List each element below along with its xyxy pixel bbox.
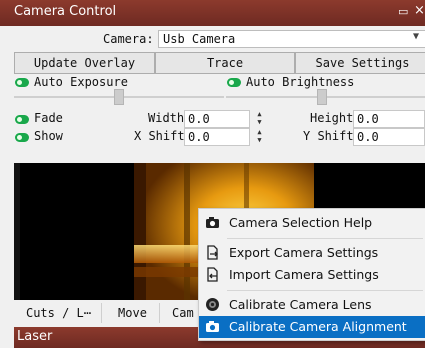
width-label: Width bbox=[148, 111, 185, 125]
width-spinner[interactable]: ▲ ▼ bbox=[254, 110, 265, 128]
update-overlay-button[interactable]: Update Overlay bbox=[14, 52, 155, 74]
lens-icon bbox=[206, 298, 219, 311]
chevron-down-icon: ▼ bbox=[412, 31, 419, 42]
tab-cuts-layers[interactable]: Cuts / L⋯ bbox=[16, 303, 102, 323]
menu-separator bbox=[227, 238, 423, 239]
menu-item-label: Camera Selection Help bbox=[229, 215, 373, 230]
brightness-slider-thumb[interactable] bbox=[317, 89, 327, 105]
camera-select-value: Usb Camera bbox=[163, 32, 236, 46]
auto-brightness-label: Auto Brightness bbox=[246, 75, 355, 89]
menu-item-calibrate-camera-alignment[interactable]: Calibrate Camera Alignment bbox=[199, 316, 425, 338]
camera-icon bbox=[206, 217, 219, 228]
menu-item-label: Calibrate Camera Lens bbox=[229, 297, 372, 312]
menu-item-label: Calibrate Camera Alignment bbox=[229, 319, 407, 334]
auto-exposure-label: Auto Exposure bbox=[34, 75, 128, 89]
save-settings-button[interactable]: Save Settings bbox=[295, 52, 425, 74]
export-icon bbox=[207, 245, 218, 260]
xshift-field[interactable]: 0.0 bbox=[184, 128, 250, 146]
show-label: Show bbox=[34, 129, 63, 143]
camera-select[interactable]: Usb Camera ▼ bbox=[158, 30, 425, 48]
menu-separator bbox=[227, 290, 423, 291]
window-title: Camera Control bbox=[14, 4, 117, 19]
auto-brightness-toggle[interactable] bbox=[227, 78, 241, 87]
float-window-icon[interactable]: ▭ bbox=[398, 5, 408, 18]
title-bar: Camera Control ▭ × bbox=[0, 0, 425, 26]
yshift-label: Y Shift bbox=[303, 129, 354, 143]
show-toggle[interactable] bbox=[15, 133, 29, 142]
menu-item-calibrate-camera-lens[interactable]: Calibrate Camera Lens bbox=[199, 294, 425, 316]
trace-button[interactable]: Trace bbox=[155, 52, 295, 74]
context-menu: Camera Selection Help Export Camera Sett… bbox=[198, 208, 425, 341]
height-field[interactable]: 0.0 bbox=[353, 110, 425, 128]
xshift-spinner[interactable]: ▲ ▼ bbox=[254, 128, 265, 146]
menu-item-label: Import Camera Settings bbox=[229, 267, 379, 282]
fade-label: Fade bbox=[34, 111, 63, 125]
exposure-slider-thumb[interactable] bbox=[114, 89, 124, 105]
camera-label: Camera: bbox=[103, 32, 154, 46]
import-icon bbox=[207, 267, 218, 282]
camera-icon bbox=[206, 321, 219, 332]
menu-item-camera-selection-help[interactable]: Camera Selection Help bbox=[199, 212, 425, 234]
fade-toggle[interactable] bbox=[15, 115, 29, 124]
menu-item-export-camera-settings[interactable]: Export Camera Settings bbox=[199, 242, 425, 264]
menu-item-label: Export Camera Settings bbox=[229, 245, 379, 260]
yshift-field[interactable]: 0.0 bbox=[353, 128, 425, 146]
height-label: Height bbox=[310, 111, 354, 125]
laser-panel-title: Laser bbox=[17, 329, 53, 344]
xshift-label: X Shift bbox=[134, 129, 185, 143]
menu-item-import-camera-settings[interactable]: Import Camera Settings bbox=[199, 264, 425, 286]
close-icon[interactable]: × bbox=[414, 3, 425, 18]
auto-exposure-toggle[interactable] bbox=[15, 78, 29, 87]
width-field[interactable]: 0.0 bbox=[184, 110, 250, 128]
tab-move[interactable]: Move bbox=[106, 303, 160, 323]
